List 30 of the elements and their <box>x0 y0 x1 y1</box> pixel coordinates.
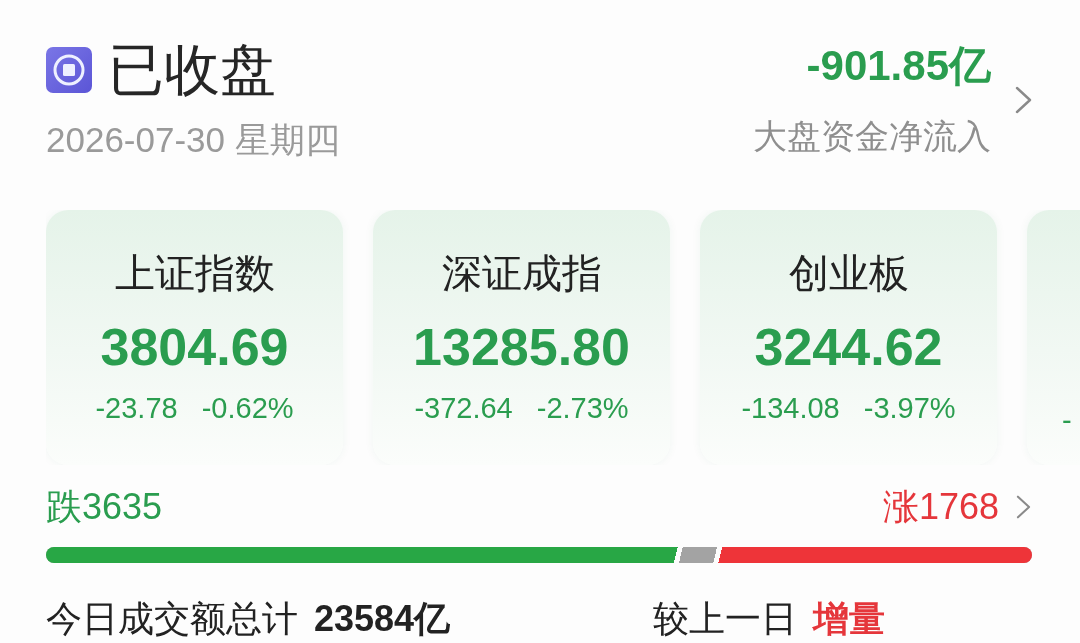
index-change: -134.08 <box>741 391 840 426</box>
index-value: 3804.69 <box>100 317 289 378</box>
status-title: 已收盘 <box>108 40 276 100</box>
chevron-right-icon[interactable] <box>1015 86 1032 114</box>
rise-count: 1768 <box>918 487 999 527</box>
index-change: - <box>1062 403 1072 438</box>
fall-count: 3635 <box>82 487 163 527</box>
fall-label: 跌 <box>46 487 82 527</box>
turnover-label: 今日成交额总计 <box>46 597 298 641</box>
index-name: 创业板 <box>788 249 909 298</box>
date-text: 2026-07-30 星期四 <box>46 120 340 160</box>
turnover-value: 23584亿 <box>314 597 451 641</box>
rise-label: 涨 <box>882 487 919 527</box>
net-flow-label: 大盘资金净流入 <box>753 116 991 156</box>
compare-value: 增量 <box>813 597 885 641</box>
index-card[interactable]: 深证成指 13285.80 -372.64 -2.73% <box>373 210 670 465</box>
index-change: -23.78 <box>95 391 178 426</box>
index-change-percent: -2.73% <box>536 391 629 426</box>
compare-label: 较上一日 <box>653 597 797 641</box>
index-card[interactable]: 创业板 3244.62 -134.08 -3.97% <box>700 210 997 465</box>
index-name: 上证指数 <box>114 249 275 298</box>
net-flow-value: -901.85亿 <box>806 44 991 88</box>
index-card[interactable]: 上证指数 3804.69 -23.78 -0.62% <box>46 210 343 465</box>
index-change-percent: -3.97% <box>863 391 956 426</box>
index-value: 3244.62 <box>754 317 943 378</box>
index-name: 深证成指 <box>441 249 602 298</box>
index-change-percent: -0.62% <box>201 391 294 426</box>
chevron-right-icon[interactable] <box>1015 495 1032 519</box>
index-change: -372.64 <box>414 391 513 426</box>
index-value: 13285.80 <box>413 317 630 378</box>
